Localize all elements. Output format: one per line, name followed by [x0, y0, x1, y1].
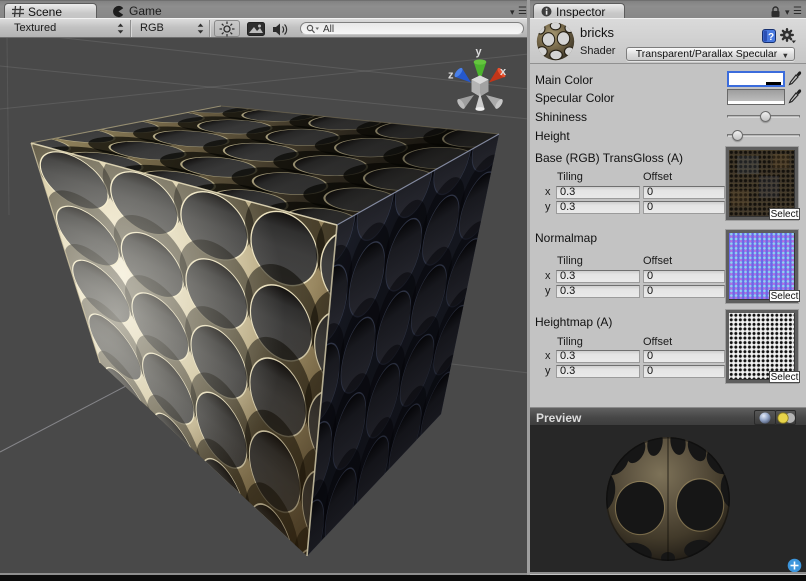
svg-text:x: x — [500, 66, 507, 78]
svg-text:z: z — [448, 70, 454, 82]
svg-text:?: ? — [768, 32, 774, 43]
svg-text:y: y — [476, 46, 483, 58]
